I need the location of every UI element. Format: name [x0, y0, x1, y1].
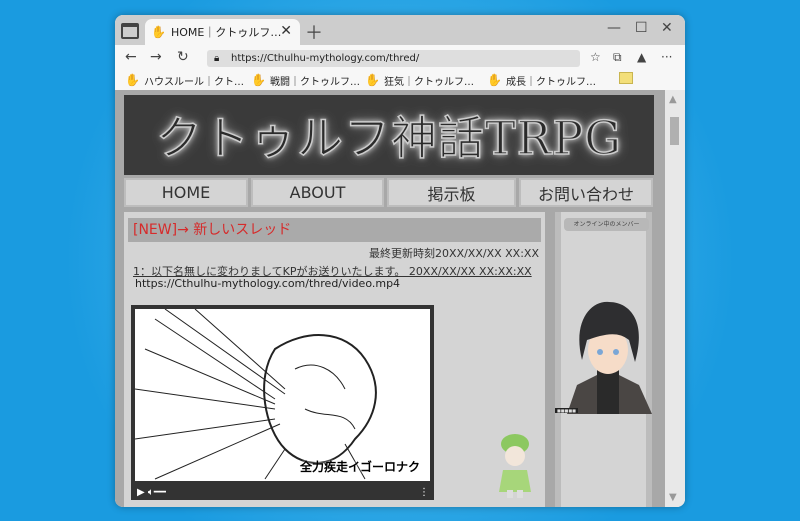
last-updated: 最終更新時刻20XX/XX/XX XX:XX	[369, 247, 539, 260]
bookmark-item[interactable]: ✋ 狂気｜クトゥルフ…	[365, 70, 474, 90]
chibi-character	[499, 434, 531, 498]
favicon-hand-icon: ✋	[125, 73, 140, 87]
bookmark-label: 狂気｜クトゥルフ…	[383, 76, 474, 88]
tab-actions-icon[interactable]	[121, 23, 139, 39]
scroll-down-icon[interactable]: ▼	[669, 492, 677, 503]
close-tab-icon[interactable]: ✕	[280, 23, 292, 39]
vertical-scrollbar[interactable]: ▲ ▼	[665, 90, 685, 507]
favicon-hand-icon: ✋	[487, 73, 502, 87]
browser-window: ✋ HOME｜クトゥルフ… ✕ ＋ — ☐ ✕ ← → ↻ 🔒︎ https:/…	[115, 15, 685, 507]
tab-title: HOME｜クトゥルフ…	[170, 26, 282, 39]
minimize-icon[interactable]: —	[607, 20, 621, 36]
profile-icon[interactable]: ▲	[637, 50, 646, 64]
member-avatar[interactable]	[557, 300, 659, 414]
collections-icon[interactable]: ⧉	[613, 50, 622, 65]
play-volume-controls[interactable]: ▶ 🔈︎━━	[137, 487, 166, 498]
post-link[interactable]: https://Cthulhu-mythology.com/thred/vide…	[135, 277, 400, 290]
nav-board[interactable]: 掲示板	[387, 178, 516, 207]
more-icon[interactable]: ···	[661, 50, 672, 64]
bookmark-item[interactable]: ✋ ハウスルール｜クト…	[125, 70, 244, 90]
thread-heading: [NEW]→ 新しいスレッド	[128, 218, 541, 242]
forward-icon[interactable]: →	[150, 49, 162, 65]
favicon-hand-icon: ✋	[365, 73, 380, 87]
video-frame: 全力疾走イゴーロナク	[135, 309, 430, 481]
nav-contact[interactable]: お問い合わせ	[519, 178, 653, 207]
online-members-title: オンライン中のメンバー	[564, 218, 649, 231]
bookmark-label: 戦闘｜クトゥルフ…	[269, 76, 360, 88]
nav-about[interactable]: ABOUT	[251, 178, 384, 207]
sidebar: オンライン中のメンバー ■■■■■	[555, 212, 652, 507]
favicon-hand-icon: ✋	[151, 25, 166, 39]
thread-panel: [NEW]→ 新しいスレッド 最終更新時刻20XX/XX/XX XX:XX 1：…	[124, 212, 545, 507]
favorites-star-icon[interactable]: ☆	[590, 50, 601, 64]
maximize-icon[interactable]: ☐	[635, 20, 648, 36]
site-banner: クトゥルフ神話TRPG	[124, 95, 654, 175]
manga-illustration	[135, 309, 377, 480]
scroll-thumb[interactable]	[670, 117, 679, 145]
tab-home[interactable]: ✋ HOME｜クトゥルフ… ✕	[145, 19, 300, 45]
bookmark-label: 成長｜クトゥルフ…	[505, 76, 596, 88]
video-player[interactable]: 全力疾走イゴーロナク ▶ 🔈︎━━ ⋮	[131, 305, 434, 500]
back-icon[interactable]: ←	[125, 49, 137, 65]
lock-icon: 🔒︎	[214, 53, 220, 64]
bookmark-item[interactable]: ✋ 成長｜クトゥルフ…	[487, 70, 596, 90]
favicon-hand-icon: ✋	[251, 73, 266, 87]
close-window-icon[interactable]: ✕	[661, 20, 673, 36]
web-page: クトゥルフ神話TRPG HOME ABOUT 掲示板 お問い合わせ [NEW]→…	[115, 90, 665, 507]
nav-home[interactable]: HOME	[124, 178, 248, 207]
bookmark-folder-icon[interactable]	[619, 72, 633, 84]
video-caption: 全力疾走イゴーロナク	[299, 460, 420, 474]
refresh-icon[interactable]: ↻	[177, 49, 189, 65]
new-tab-icon[interactable]: ＋	[305, 19, 323, 45]
tab-bar: ✋ HOME｜クトゥルフ… ✕ ＋ — ☐ ✕	[115, 15, 685, 45]
bookmark-label: ハウスルール｜クト…	[143, 76, 244, 88]
avatar-nameplate: ■■■■■	[555, 408, 578, 413]
address-bar[interactable]: 🔒︎ https://Cthulhu-mythology.com/thred/	[207, 50, 580, 67]
bookmark-item[interactable]: ✋ 戦闘｜クトゥルフ…	[251, 70, 360, 90]
scroll-up-icon[interactable]: ▲	[669, 94, 677, 105]
url-text: https://Cthulhu-mythology.com/thred/	[231, 53, 420, 64]
video-more-icon[interactable]: ⋮	[419, 487, 429, 498]
